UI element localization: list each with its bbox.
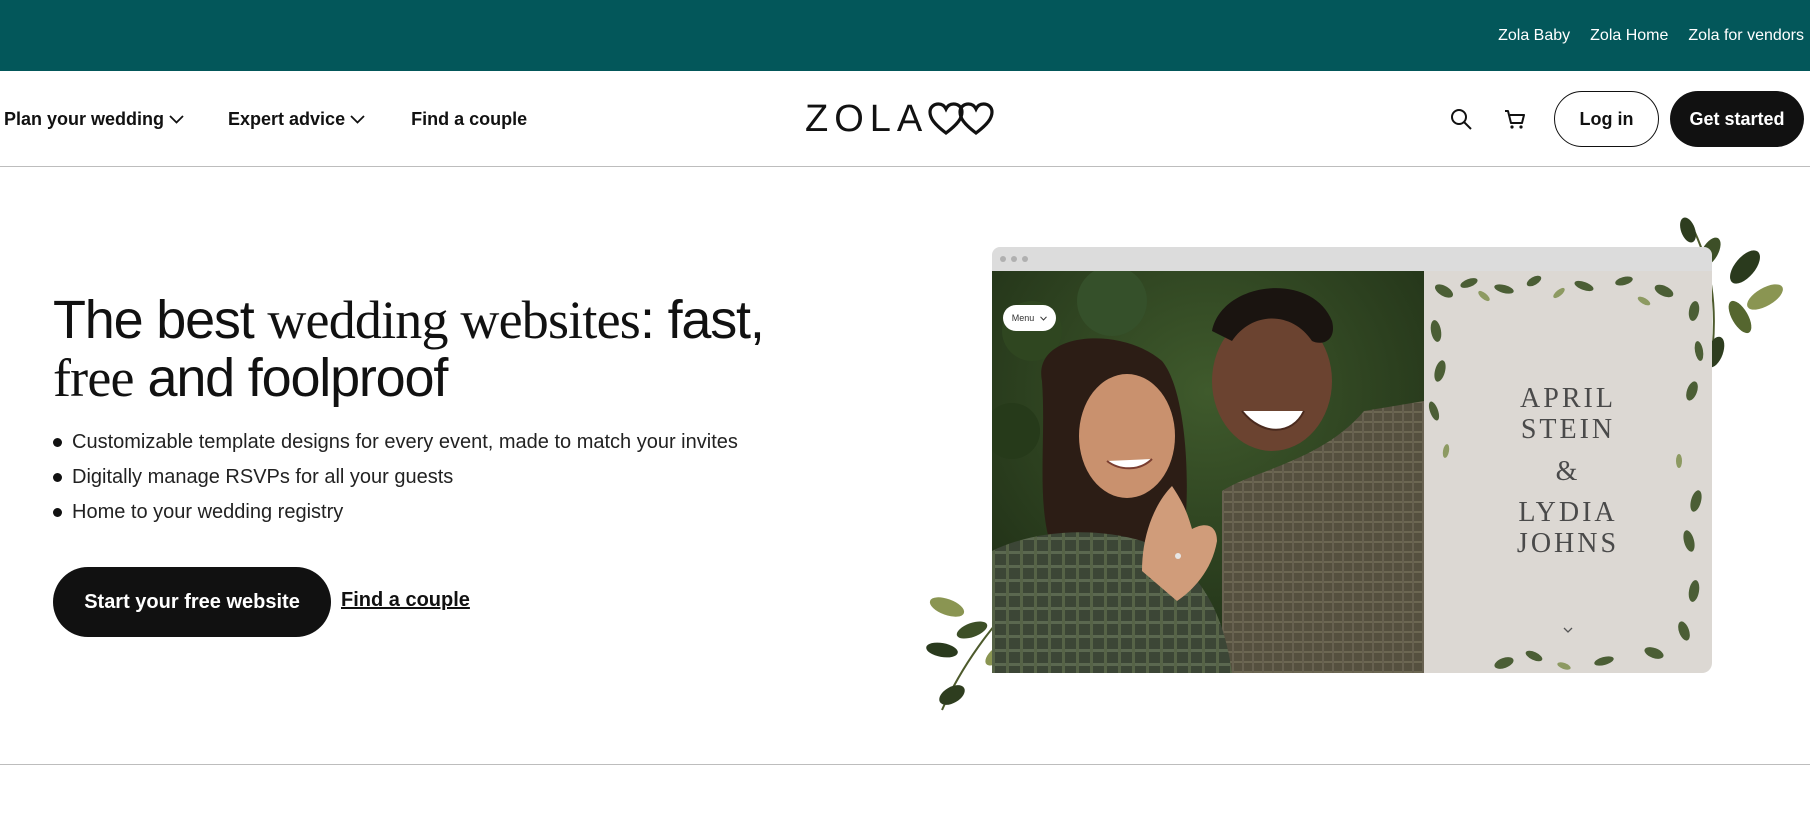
list-item: Home to your wedding registry [53,495,738,530]
name-2-line-1: LYDIA [1518,497,1618,528]
couple-photo-illustration [992,271,1424,673]
nav-left: Plan your wedding Expert advice Find a c… [4,71,527,167]
nav-find-a-couple[interactable]: Find a couple [411,109,527,130]
name-1-line-2: STEIN [1520,414,1616,445]
hero-title: The best wedding websites: fast, free an… [53,291,813,407]
hero-title-part1: The best [53,290,268,350]
hero-title-serif2: free [53,348,135,408]
chevron-down-icon [1040,315,1048,321]
log-in-button[interactable]: Log in [1554,91,1659,147]
nav-plan-your-wedding[interactable]: Plan your wedding [4,109,184,130]
cart-button[interactable] [1500,104,1530,134]
list-item-text: Digitally manage RSVPs for all your gues… [72,466,454,488]
name-2-line-2: JOHNS [1516,528,1620,559]
list-item-text: Home to your wedding registry [72,501,344,523]
utility-bar: Zola Baby Zola Home Zola for vendors [0,0,1810,71]
start-free-website-button[interactable]: Start your free website [53,567,331,637]
website-preview-mockup: Menu APRIL STEIN & LYDIA JOHNS [992,247,1712,673]
couple-photo: Menu [992,271,1424,673]
list-item-text: Customizable template designs for every … [72,431,738,453]
window-dots [1000,256,1028,262]
search-icon [1451,109,1472,130]
bullet-icon [53,438,62,447]
search-button[interactable] [1446,104,1476,134]
feature-list: Customizable template designs for every … [53,425,738,530]
get-started-button[interactable]: Get started [1670,91,1804,147]
hero-title-part2: : fast, [639,290,765,350]
logo-text: ZOLA [805,97,929,140]
zola-logo[interactable]: ZOLA [805,97,996,141]
nav-plan-label: Plan your wedding [4,108,165,129]
chevron-down-icon [350,115,365,124]
main-nav: Plan your wedding Expert advice Find a c… [0,71,1810,167]
list-item: Customizable template designs for every … [53,425,738,460]
chevron-down-icon [169,115,184,124]
chevron-down-icon[interactable] [1563,627,1573,634]
bullet-icon [53,473,62,482]
menu-button[interactable]: Menu [1003,305,1056,331]
bullet-icon [53,508,62,517]
nav-expert-advice[interactable]: Expert advice [228,109,365,130]
zola-baby-link[interactable]: Zola Baby [1498,27,1570,45]
hero-title-serif: wedding websites [267,290,640,350]
browser-chrome [992,247,1712,271]
hero-title-part3: and foolproof [133,348,449,408]
section-divider [0,764,1810,765]
nav-right: Log in Get started [1446,71,1804,167]
name-1-line-1: APRIL [1520,383,1616,414]
find-a-couple-link[interactable]: Find a couple [341,589,470,612]
zola-home-link[interactable]: Zola Home [1590,27,1668,45]
menu-label: Menu [1011,313,1035,323]
nav-advice-label: Expert advice [228,108,346,129]
zola-vendors-link[interactable]: Zola for vendors [1688,27,1804,45]
names-panel: APRIL STEIN & LYDIA JOHNS [1424,271,1712,673]
hearts-logo-icon [928,102,994,136]
ampersand: & [1555,456,1581,487]
list-item: Digitally manage RSVPs for all your gues… [53,460,738,495]
utility-links: Zola Baby Zola Home Zola for vendors [1498,0,1804,71]
cart-icon [1505,110,1525,129]
